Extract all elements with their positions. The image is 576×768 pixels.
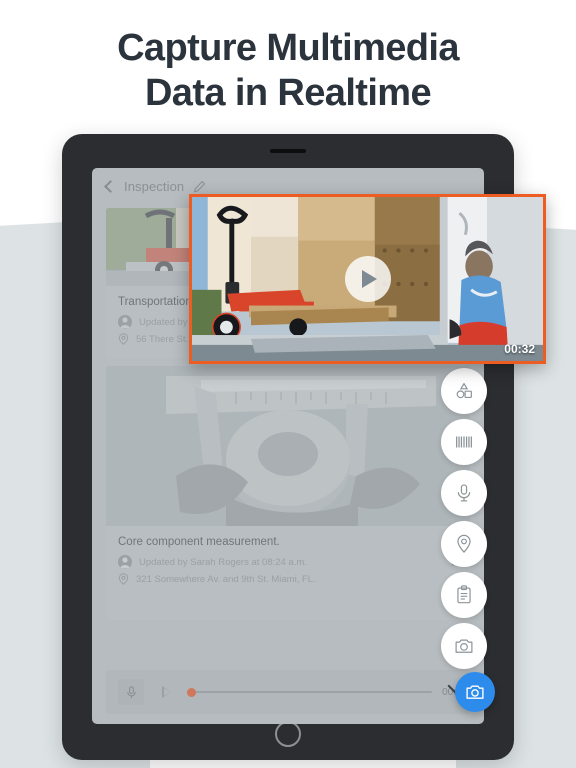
promo-screenshot: Capture Multimedia Data in Realtime Insp… [0, 0, 576, 768]
microphone-icon[interactable] [118, 679, 144, 705]
chevron-left-icon[interactable] [104, 179, 117, 193]
list-item-location-row: 321 Somewhere Av. and 9th St. Miami, FL. [106, 573, 470, 589]
list-item-caption: Core component measurement. [118, 536, 280, 548]
map-pin-icon [118, 573, 129, 585]
audio-player-bar: 00: [106, 670, 470, 714]
progress-knob[interactable] [187, 687, 196, 697]
speaker-slot-icon [270, 149, 306, 153]
avatar [118, 315, 132, 329]
action-rail [441, 368, 487, 669]
list-item-location: 321 Somewhere Av. and 9th St. Miami, FL. [136, 573, 316, 585]
microphone-icon[interactable] [441, 470, 487, 516]
video-duration-label: 00:32 [504, 342, 535, 356]
list-item-author-row: Updated by Sarah Rogers at 08:24 a.m. [106, 553, 470, 573]
home-button[interactable] [275, 721, 301, 747]
photo-tint [106, 366, 470, 526]
headline-line-2: Data in Realtime [144, 72, 432, 114]
pencil-icon[interactable] [193, 180, 206, 193]
play-icon[interactable] [344, 256, 391, 302]
play-icon[interactable] [162, 686, 171, 698]
barcode-icon[interactable] [441, 419, 487, 465]
headline-line-1: Capture Multimedia [117, 27, 459, 69]
list-item-updated-by: Updated by Sarah Rogers at 08:24 a.m. [139, 556, 307, 568]
map-pin-icon[interactable] [441, 521, 487, 567]
camera-icon[interactable] [441, 623, 487, 669]
caliper-measurement-photo [106, 366, 470, 526]
list-item[interactable]: Core component measurement. Updated by S… [106, 366, 470, 620]
map-pin-icon [118, 333, 129, 345]
page-title-label: Inspection [124, 178, 185, 194]
avatar [118, 555, 132, 569]
clipboard-icon[interactable] [441, 572, 487, 618]
video-preview-overlay[interactable]: 00:32 [189, 194, 546, 364]
progress-slider[interactable] [187, 685, 433, 699]
camera-fab-button[interactable] [455, 672, 495, 712]
page-title: Capture Multimedia Data in Realtime [0, 26, 576, 116]
shapes-icon[interactable] [441, 368, 487, 414]
progress-track [187, 691, 433, 693]
